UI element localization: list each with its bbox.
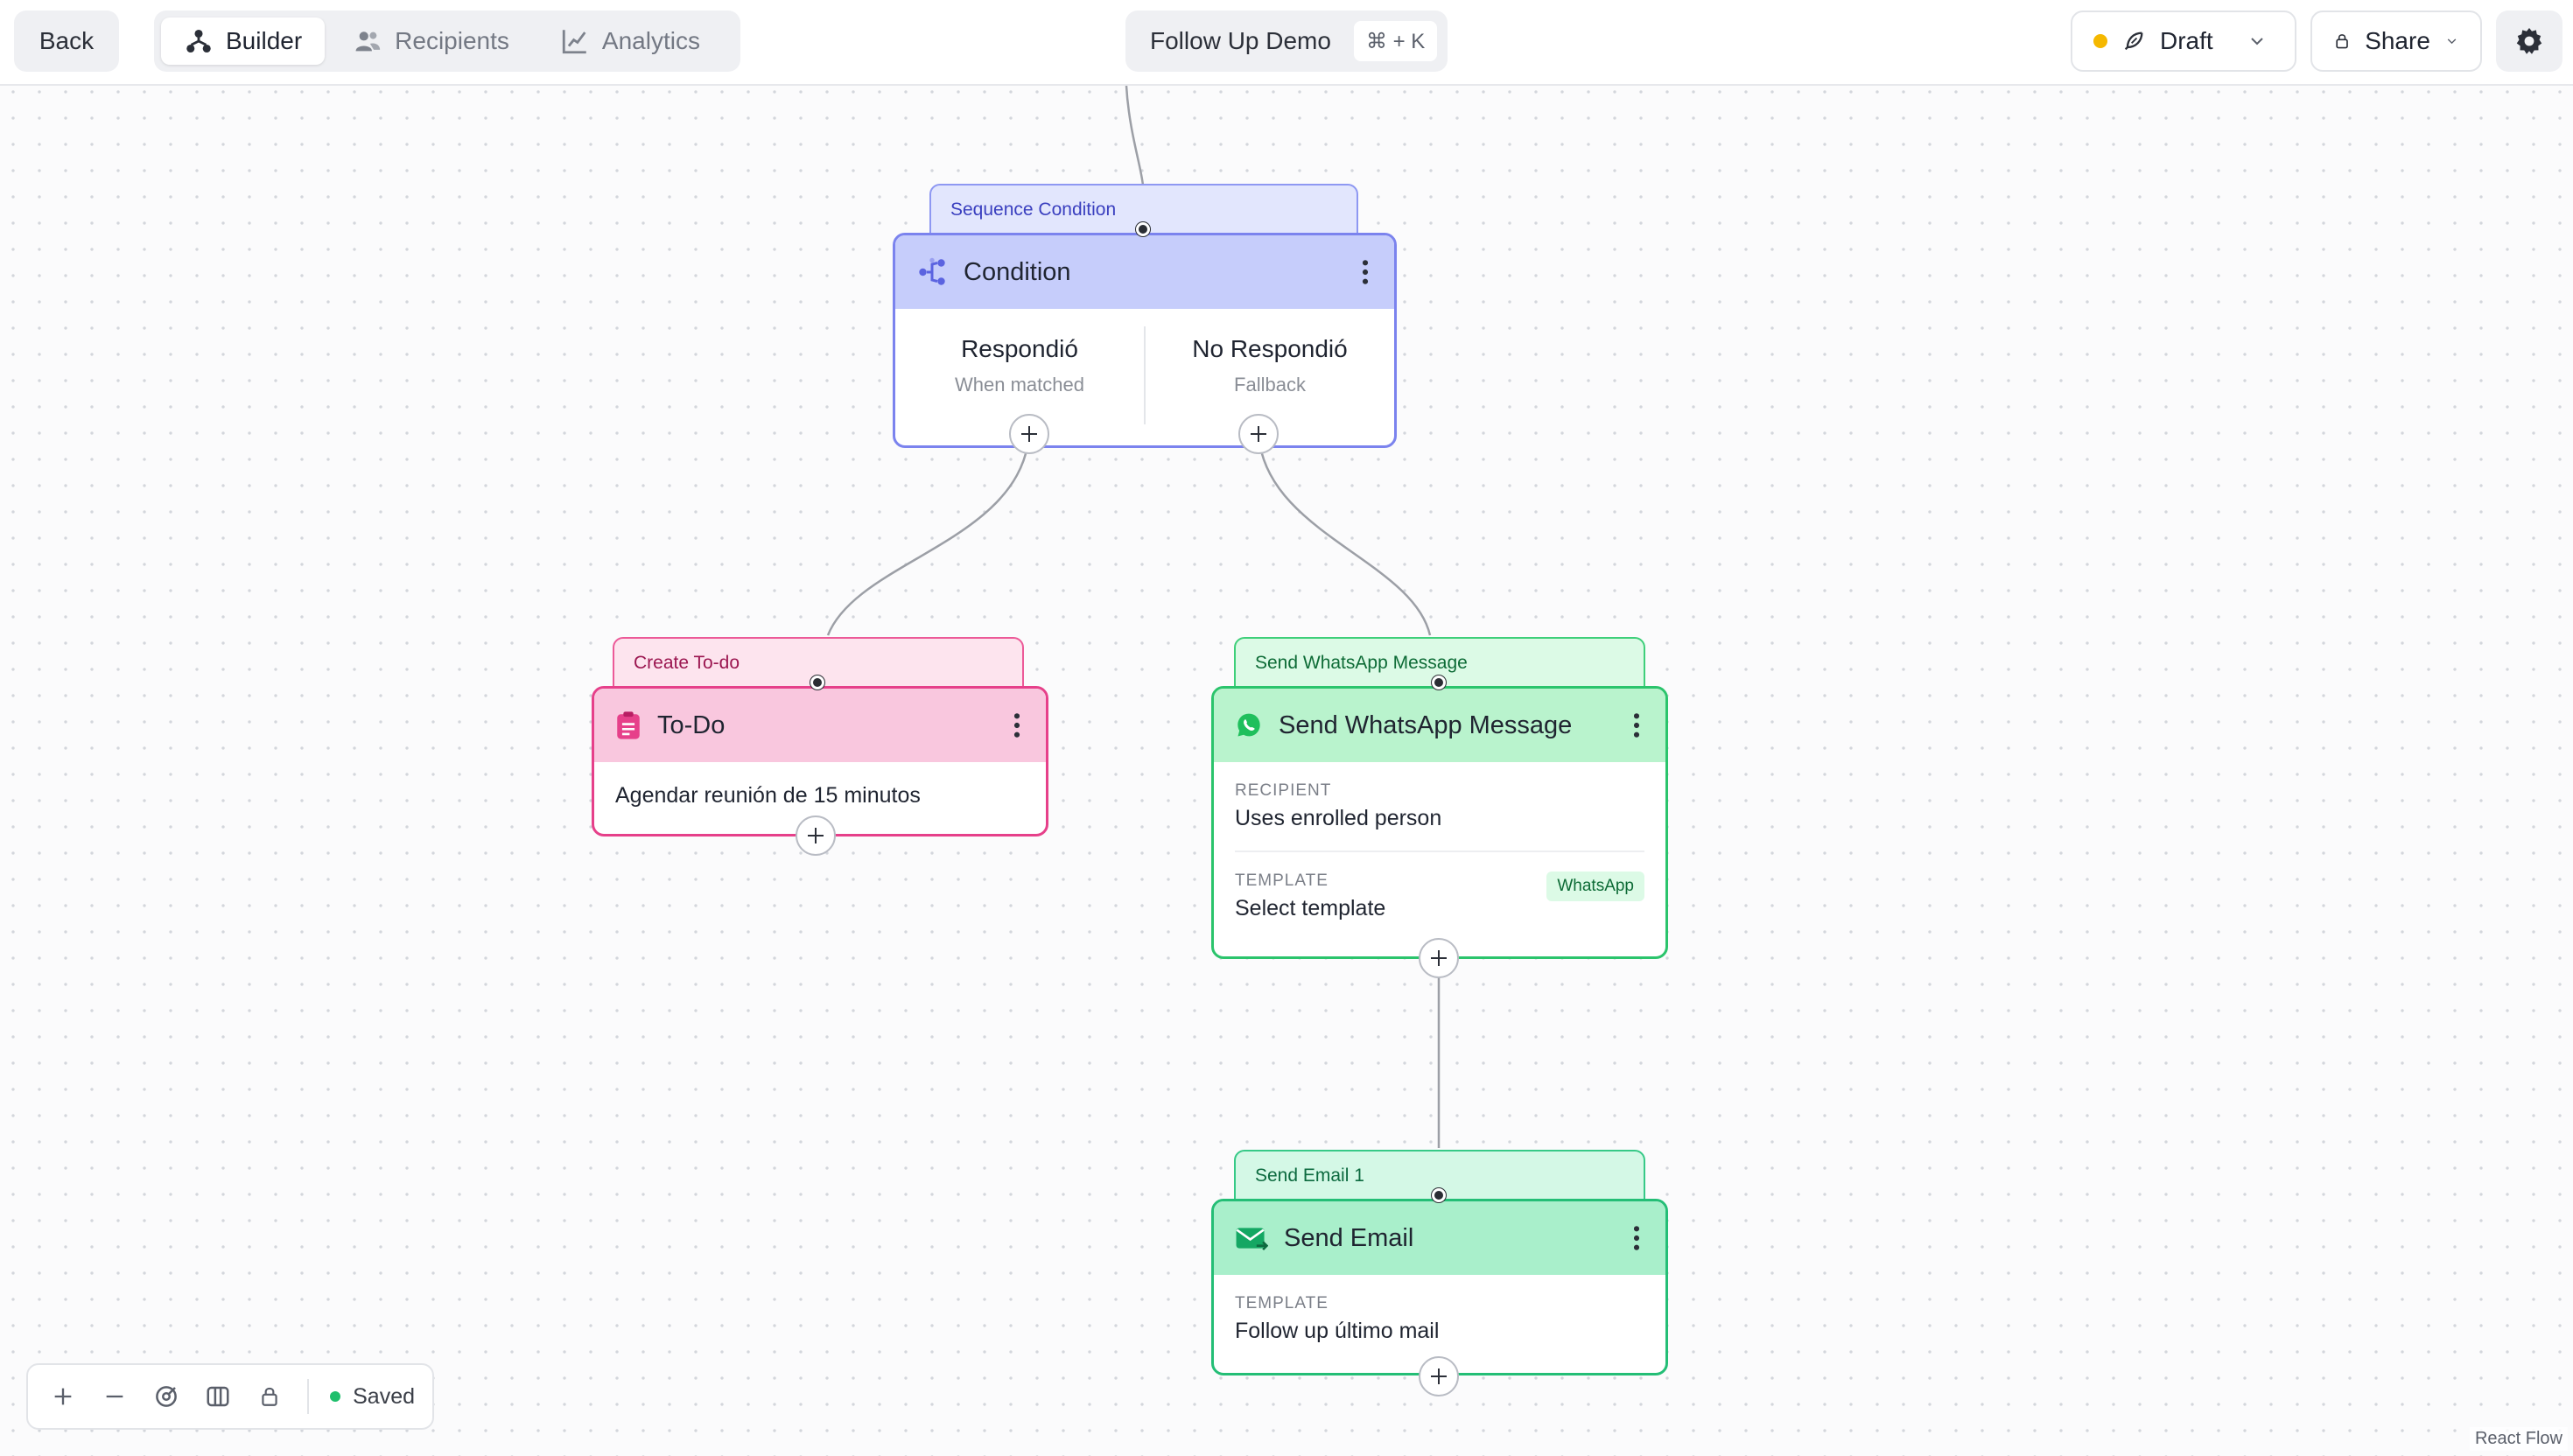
recipient-label: RECIPIENT: [1235, 781, 1332, 800]
react-flow-attribution[interactable]: React Flow: [2469, 1427, 2568, 1451]
add-step-not-responded-button[interactable]: [1238, 414, 1279, 454]
branch-responded-title: Respondió: [961, 335, 1078, 362]
plus-icon: [1431, 1368, 1447, 1384]
back-button[interactable]: Back: [14, 10, 119, 72]
branch-responded-subtitle: When matched: [955, 374, 1084, 396]
zoom-out-button[interactable]: [97, 1379, 131, 1414]
whatsapp-recipient-section[interactable]: RECIPIENT Uses enrolled person: [1214, 762, 1665, 831]
email-template-value: Follow up último mail: [1235, 1319, 1440, 1343]
more-vertical-icon[interactable]: [1359, 258, 1371, 286]
command-shortcut: ⌘ + K: [1353, 21, 1438, 61]
plus-icon: [808, 828, 824, 844]
canvas-controls: Saved: [26, 1363, 434, 1430]
condition-header: Condition: [895, 235, 1394, 309]
clipboard-icon: [617, 711, 640, 739]
branch-not-responded-title: No Respondió: [1192, 335, 1348, 362]
tab-recipients[interactable]: Recipients: [330, 18, 532, 65]
add-step-after-whatsapp-button[interactable]: [1419, 938, 1459, 978]
share-label: Share: [2365, 27, 2430, 54]
email-header: Send Email: [1214, 1201, 1665, 1275]
status-dropdown[interactable]: Draft: [2071, 10, 2296, 72]
plus-icon: [1251, 426, 1266, 442]
branch-not-responded-subtitle: Fallback: [1234, 374, 1306, 396]
page-title: Follow Up Demo: [1150, 27, 1331, 54]
view-tabs: Builder Recipients Analytics: [154, 10, 740, 72]
more-vertical-icon[interactable]: [1630, 1224, 1643, 1252]
whatsapp-header: Send WhatsApp Message: [1214, 689, 1665, 762]
branch-not-responded[interactable]: No Respondió Fallback: [1144, 326, 1394, 424]
gear-icon: [2516, 28, 2542, 54]
tab-analytics-label: Analytics: [601, 27, 700, 54]
chevron-down-icon: [2447, 38, 2457, 45]
email-card[interactable]: Send Email TEMPLATE Follow up último mai…: [1211, 1199, 1668, 1376]
lock-icon: [261, 1387, 277, 1406]
edge-responded-to-todo: [826, 433, 1031, 636]
condition-branches: Respondió When matched No Respondió Fall…: [895, 309, 1394, 445]
email-template-label: TEMPLATE: [1235, 1294, 1329, 1312]
send-email-icon: [1236, 1228, 1268, 1251]
zoom-in-button[interactable]: [46, 1379, 80, 1414]
condition-title: Condition: [964, 257, 1071, 286]
plus-icon: [54, 1388, 71, 1405]
minus-icon: [106, 1395, 123, 1398]
whatsapp-title: Send WhatsApp Message: [1279, 710, 1573, 739]
sequence-title-pill[interactable]: Follow Up Demo ⌘ + K: [1125, 10, 1448, 72]
users-icon: [355, 32, 381, 52]
channel-badge: WhatsApp: [1546, 872, 1644, 901]
hierarchy-icon: [186, 29, 211, 53]
todo-input-handle[interactable]: [810, 676, 824, 690]
add-step-responded-button[interactable]: [1009, 414, 1049, 454]
todo-title: To-Do: [657, 710, 726, 739]
feather-icon: [2124, 32, 2143, 51]
plus-icon: [1431, 950, 1447, 966]
email-input-handle[interactable]: [1432, 1188, 1446, 1202]
controls-divider: [307, 1379, 310, 1414]
edge-not-responded-to-whatsapp: [1257, 433, 1432, 636]
email-node[interactable]: Send Email 1 Send Email TEMPLATE Follow …: [1211, 1150, 1668, 1404]
todo-card[interactable]: To-Do Agendar reunión de 15 minutos: [592, 686, 1048, 836]
email-template-section[interactable]: TEMPLATE Follow up último mail: [1214, 1275, 1665, 1363]
tab-builder-label: Builder: [226, 27, 303, 54]
condition-card[interactable]: Condition Respondió When matched No Resp…: [893, 233, 1397, 448]
top-bar: Back Builder Recipients Analytics Follow…: [0, 0, 2573, 86]
lock-icon: [2336, 34, 2348, 49]
condition-input-handle[interactable]: [1136, 222, 1150, 236]
back-button-label: Back: [39, 27, 95, 54]
draft-status-dot: [2093, 34, 2107, 48]
fit-view-button[interactable]: [149, 1379, 183, 1414]
lock-canvas-button[interactable]: [252, 1379, 286, 1414]
todo-node[interactable]: Create To-do To-Do Agendar reunión de 15…: [592, 637, 1048, 864]
add-step-after-todo-button[interactable]: [796, 816, 836, 856]
saved-status-dot: [330, 1391, 341, 1402]
status-label: Draft: [2160, 27, 2213, 54]
whatsapp-card[interactable]: Send WhatsApp Message RECIPIENT Uses enr…: [1211, 686, 1668, 959]
recipient-value: Uses enrolled person: [1235, 806, 1442, 830]
settings-button[interactable]: [2496, 10, 2562, 72]
todo-header: To-Do: [594, 689, 1046, 762]
layout-toggle-button[interactable]: [200, 1379, 235, 1414]
more-vertical-icon[interactable]: [1630, 711, 1643, 739]
branch-icon: [919, 257, 945, 285]
tab-recipients-label: Recipients: [395, 27, 509, 54]
email-title: Send Email: [1284, 1223, 1414, 1252]
whatsapp-template-section[interactable]: TEMPLATE Select template WhatsApp: [1235, 850, 1644, 921]
tab-analytics[interactable]: Analytics: [537, 18, 723, 65]
share-dropdown[interactable]: Share: [2310, 10, 2482, 72]
save-status: Saved: [330, 1384, 415, 1410]
columns-icon: [207, 1386, 229, 1407]
chart-icon: [562, 30, 586, 54]
edge-entry-to-condition: [1125, 85, 1145, 186]
add-step-after-email-button[interactable]: [1419, 1356, 1459, 1396]
whatsapp-input-handle[interactable]: [1432, 676, 1446, 690]
whatsapp-node[interactable]: Send WhatsApp Message Send WhatsApp Mess…: [1211, 637, 1668, 987]
fit-view-icon: [155, 1386, 177, 1407]
saved-label: Saved: [353, 1383, 415, 1409]
condition-node[interactable]: Sequence Condition Condition Respondió W…: [893, 184, 1397, 454]
more-vertical-icon[interactable]: [1011, 711, 1023, 739]
chevron-down-icon: [2250, 38, 2263, 46]
plus-icon: [1021, 426, 1037, 442]
tab-builder[interactable]: Builder: [161, 18, 326, 65]
whatsapp-icon: [1237, 713, 1260, 737]
